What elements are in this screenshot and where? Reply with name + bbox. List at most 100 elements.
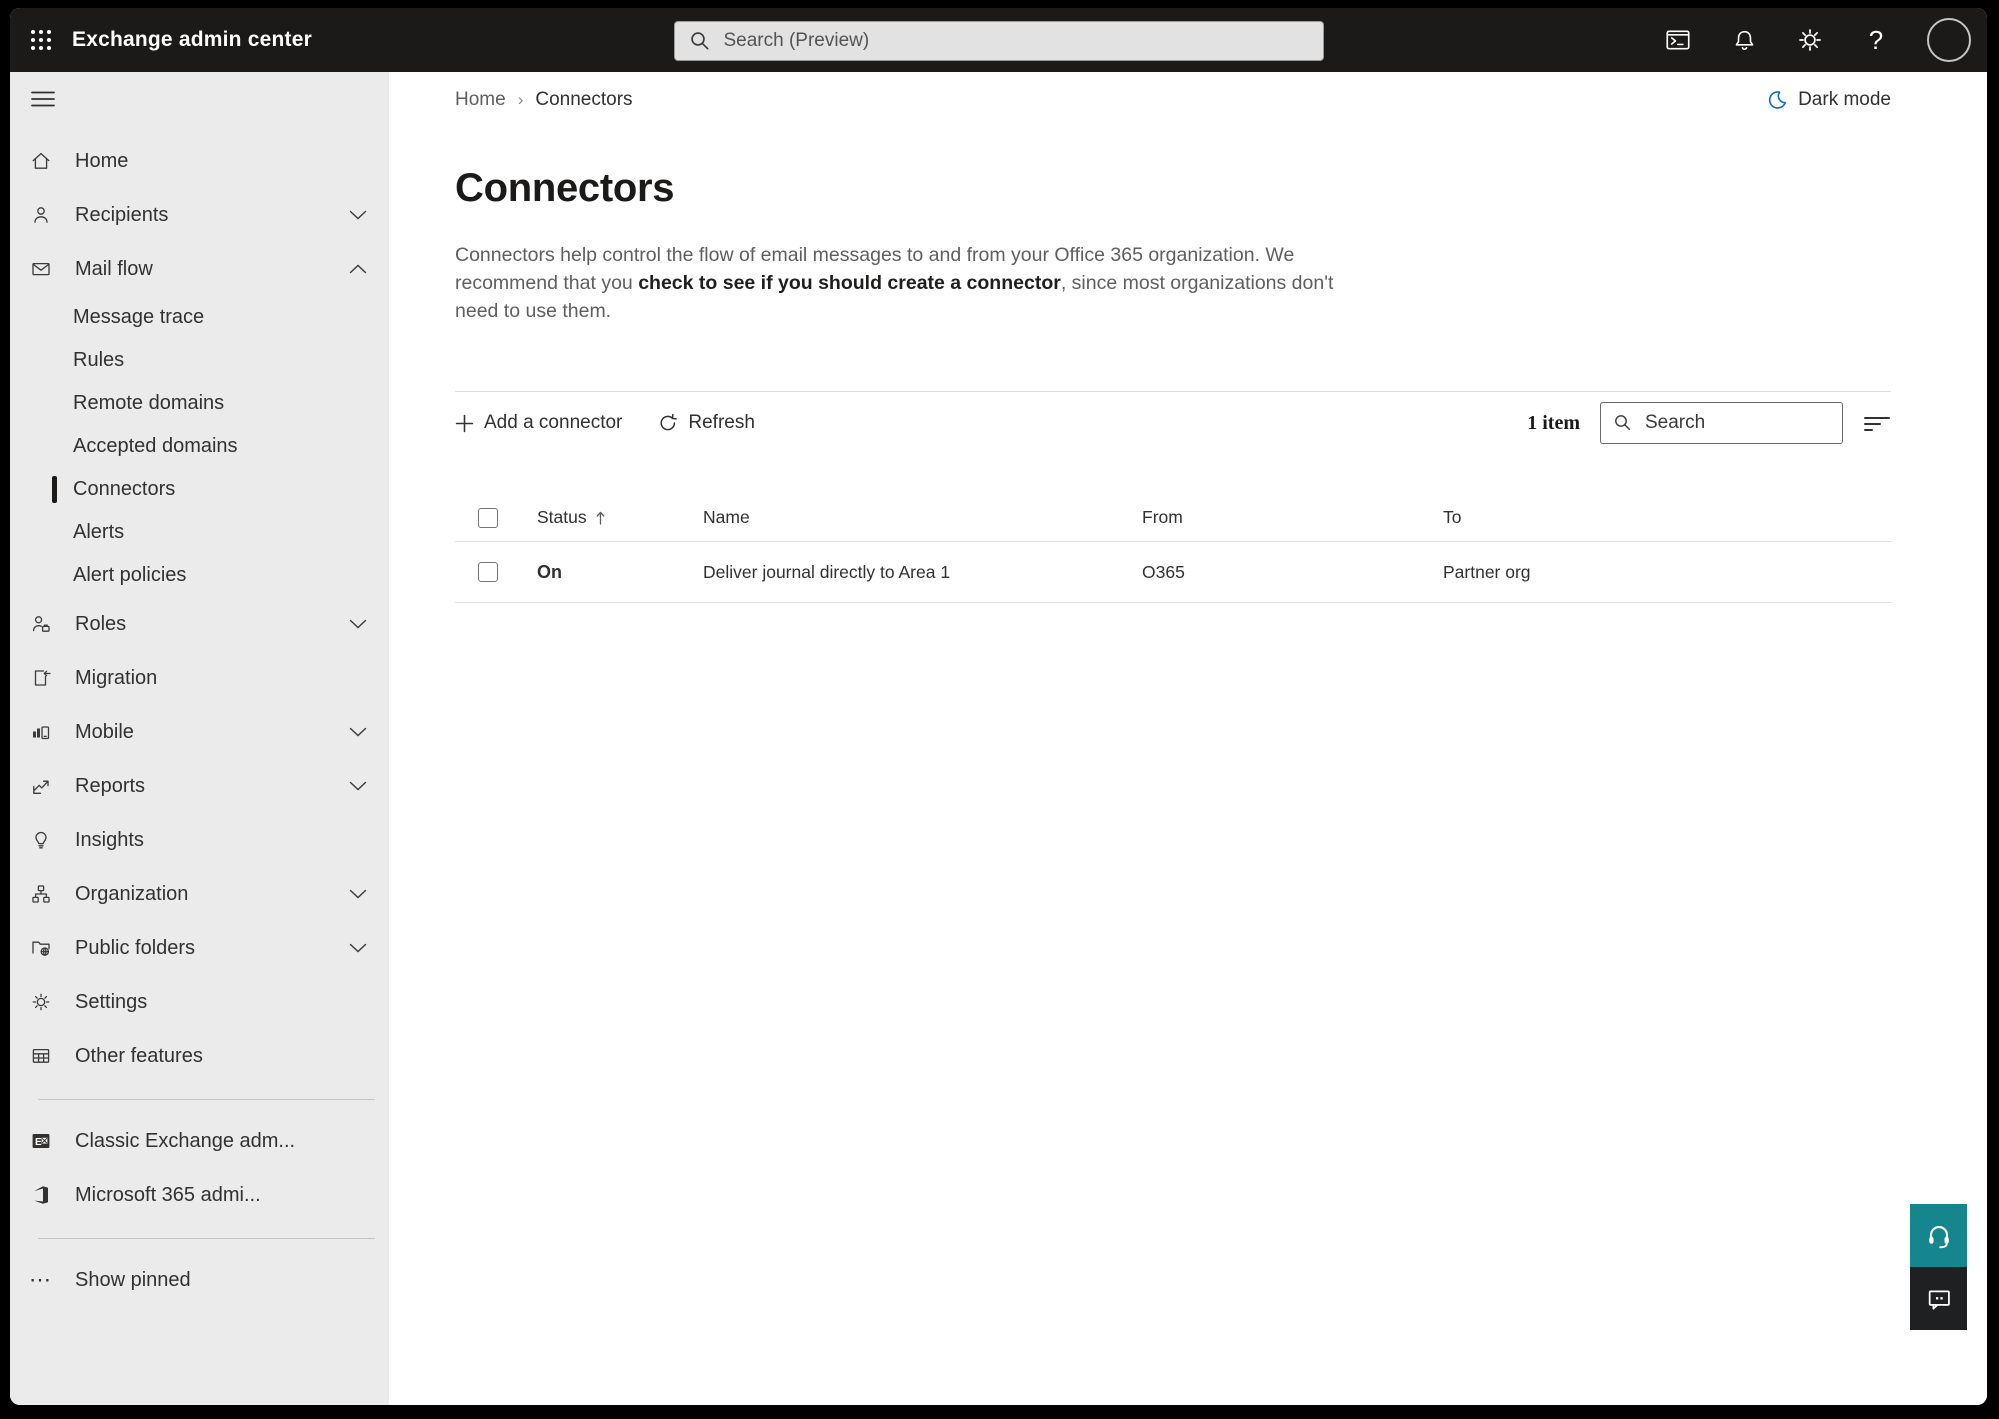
sidebar-item-mobile[interactable]: Mobile [10, 705, 389, 759]
global-search-box[interactable] [673, 21, 1324, 61]
mail-icon [29, 258, 53, 280]
topbar-actions: ? [1663, 18, 1987, 62]
feedback-button[interactable] [1910, 1267, 1967, 1330]
speech-bubble-icon [1928, 1290, 1950, 1310]
sidebar-item-label: Recipients [75, 203, 169, 226]
gear-icon [29, 991, 53, 1013]
column-header-from[interactable]: From [1142, 507, 1443, 528]
plus-icon [455, 414, 474, 432]
sidebar-item-settings[interactable]: Settings [10, 975, 389, 1029]
sidebar-item-migration[interactable]: Migration [10, 651, 389, 705]
sidebar-item-label: Message trace [73, 306, 205, 328]
global-search-input[interactable] [723, 30, 1309, 52]
sidebar-item-recipients[interactable]: Recipients [10, 188, 389, 242]
question-icon: ? [1868, 24, 1884, 55]
sort-ascending-icon [596, 511, 605, 525]
sidebar-item-connectors[interactable]: Connectors [10, 468, 389, 511]
chevron-down-icon [349, 943, 367, 953]
app-title: Exchange admin center [72, 28, 312, 51]
sidebar-item-label: Classic Exchange adm... [75, 1129, 296, 1152]
sidebar-item-other-features[interactable]: Other features [10, 1029, 389, 1083]
refresh-icon [660, 413, 678, 431]
sidebar-item-mail-flow[interactable]: Mail flow [10, 242, 389, 296]
list-search-box[interactable] [1600, 402, 1843, 444]
exchange-admin-window: Exchange admin center Search (Preview) ?… [10, 8, 1987, 1405]
filter-button[interactable] [1863, 411, 1891, 435]
sidebar-item-label: Accepted domains [73, 435, 238, 457]
sidebar-item-show-pinned[interactable]: ⋯ Show pinned [10, 1253, 389, 1307]
select-all-checkbox[interactable] [478, 507, 498, 528]
sidebar-item-remote-domains[interactable]: Remote domains [10, 382, 389, 425]
sidebar-item-label: Public folders [75, 936, 196, 959]
chevron-down-icon [349, 889, 367, 899]
left-navigation: Home Recipients Mail flow Message trace … [10, 72, 389, 1405]
breadcrumb-current: Connectors [535, 89, 633, 110]
add-connector-label: Add a connector [484, 412, 623, 433]
roles-icon [29, 613, 53, 635]
sidebar-item-label: Remote domains [73, 392, 225, 414]
list-search-input[interactable] [1645, 412, 1830, 434]
bell-icon [1735, 30, 1753, 50]
headset-icon [1928, 1225, 1949, 1248]
main-panel: Home › Connectors Dark mode Connectors C… [389, 72, 1987, 1405]
breadcrumb-row: Home › Connectors Dark mode [455, 86, 1891, 114]
sidebar-item-alert-policies[interactable]: Alert policies [10, 554, 389, 597]
sidebar-item-alerts[interactable]: Alerts [10, 511, 389, 554]
top-app-bar: Exchange admin center Search (Preview) ? [10, 8, 1987, 72]
breadcrumb: Home › Connectors [455, 89, 633, 111]
account-avatar[interactable] [1927, 18, 1971, 62]
sidebar-item-label: Settings [75, 990, 148, 1013]
dark-mode-toggle[interactable]: Dark mode [1766, 89, 1891, 111]
search-icon [1615, 415, 1631, 431]
page-description: Connectors help control the flow of emai… [455, 241, 1335, 325]
folder-globe-icon [29, 937, 53, 959]
breadcrumb-home-link[interactable]: Home [455, 89, 506, 111]
refresh-button[interactable]: Refresh [658, 412, 755, 434]
sidebar-item-label: Reports [75, 774, 146, 797]
help-support-button[interactable] [1910, 1204, 1967, 1267]
search-icon [690, 32, 709, 50]
sidebar-item-organization[interactable]: Organization [10, 867, 389, 921]
sidebar-item-label: Alerts [73, 521, 125, 543]
table-header-row: Status Name From To [455, 494, 1891, 542]
help-button[interactable]: ? [1861, 25, 1891, 55]
sidebar-item-microsoft-365[interactable]: Microsoft 365 admi... [10, 1168, 389, 1222]
sidebar-item-reports[interactable]: Reports [10, 759, 389, 813]
sidebar-item-label: Alert policies [73, 564, 187, 586]
sidebar-divider [38, 1238, 375, 1239]
row-checkbox[interactable] [478, 562, 498, 582]
sidebar-item-label: Organization [75, 882, 189, 905]
svg-text:E: E [35, 1137, 42, 1148]
office-365-icon [29, 1184, 53, 1206]
description-emphasis: check to see if you should create a conn… [638, 272, 1061, 294]
column-header-to[interactable]: To [1443, 507, 1891, 528]
app-launcher-button[interactable] [10, 8, 72, 72]
column-header-name[interactable]: Name [703, 507, 1142, 528]
sidebar-item-message-trace[interactable]: Message trace [10, 296, 389, 339]
nav-collapse-button[interactable] [10, 86, 389, 112]
sidebar-item-label: Mail flow [75, 257, 153, 280]
add-connector-button[interactable]: Add a connector [455, 412, 622, 434]
sidebar-item-label: Roles [75, 612, 127, 635]
classic-exchange-icon: E [29, 1130, 53, 1152]
dark-mode-label: Dark mode [1798, 89, 1891, 110]
column-header-status[interactable]: Status [537, 507, 703, 528]
sidebar-item-accepted-domains[interactable]: Accepted domains [10, 425, 389, 468]
sidebar-item-public-folders[interactable]: Public folders [10, 921, 389, 975]
notifications-button[interactable] [1729, 25, 1759, 55]
waffle-icon [31, 30, 51, 50]
sidebar-item-rules[interactable]: Rules [10, 339, 389, 382]
column-label: Status [537, 507, 587, 527]
cell-from: O365 [1142, 561, 1185, 582]
sidebar-item-classic-exchange[interactable]: E Classic Exchange adm... [10, 1114, 389, 1168]
sidebar-item-label: Home [75, 149, 129, 172]
table-row[interactable]: On Deliver journal directly to Area 1 O3… [455, 542, 1891, 603]
cell-name[interactable]: Deliver journal directly to Area 1 [703, 562, 1142, 583]
chevron-down-icon [349, 210, 367, 220]
sidebar-item-home[interactable]: Home [10, 134, 389, 188]
sidebar-item-insights[interactable]: Insights [10, 813, 389, 867]
list-toolbar: Add a connector Refresh 1 item [455, 392, 1891, 454]
terminal-button[interactable] [1663, 25, 1693, 55]
sidebar-item-roles[interactable]: Roles [10, 597, 389, 651]
settings-button[interactable] [1795, 25, 1825, 55]
